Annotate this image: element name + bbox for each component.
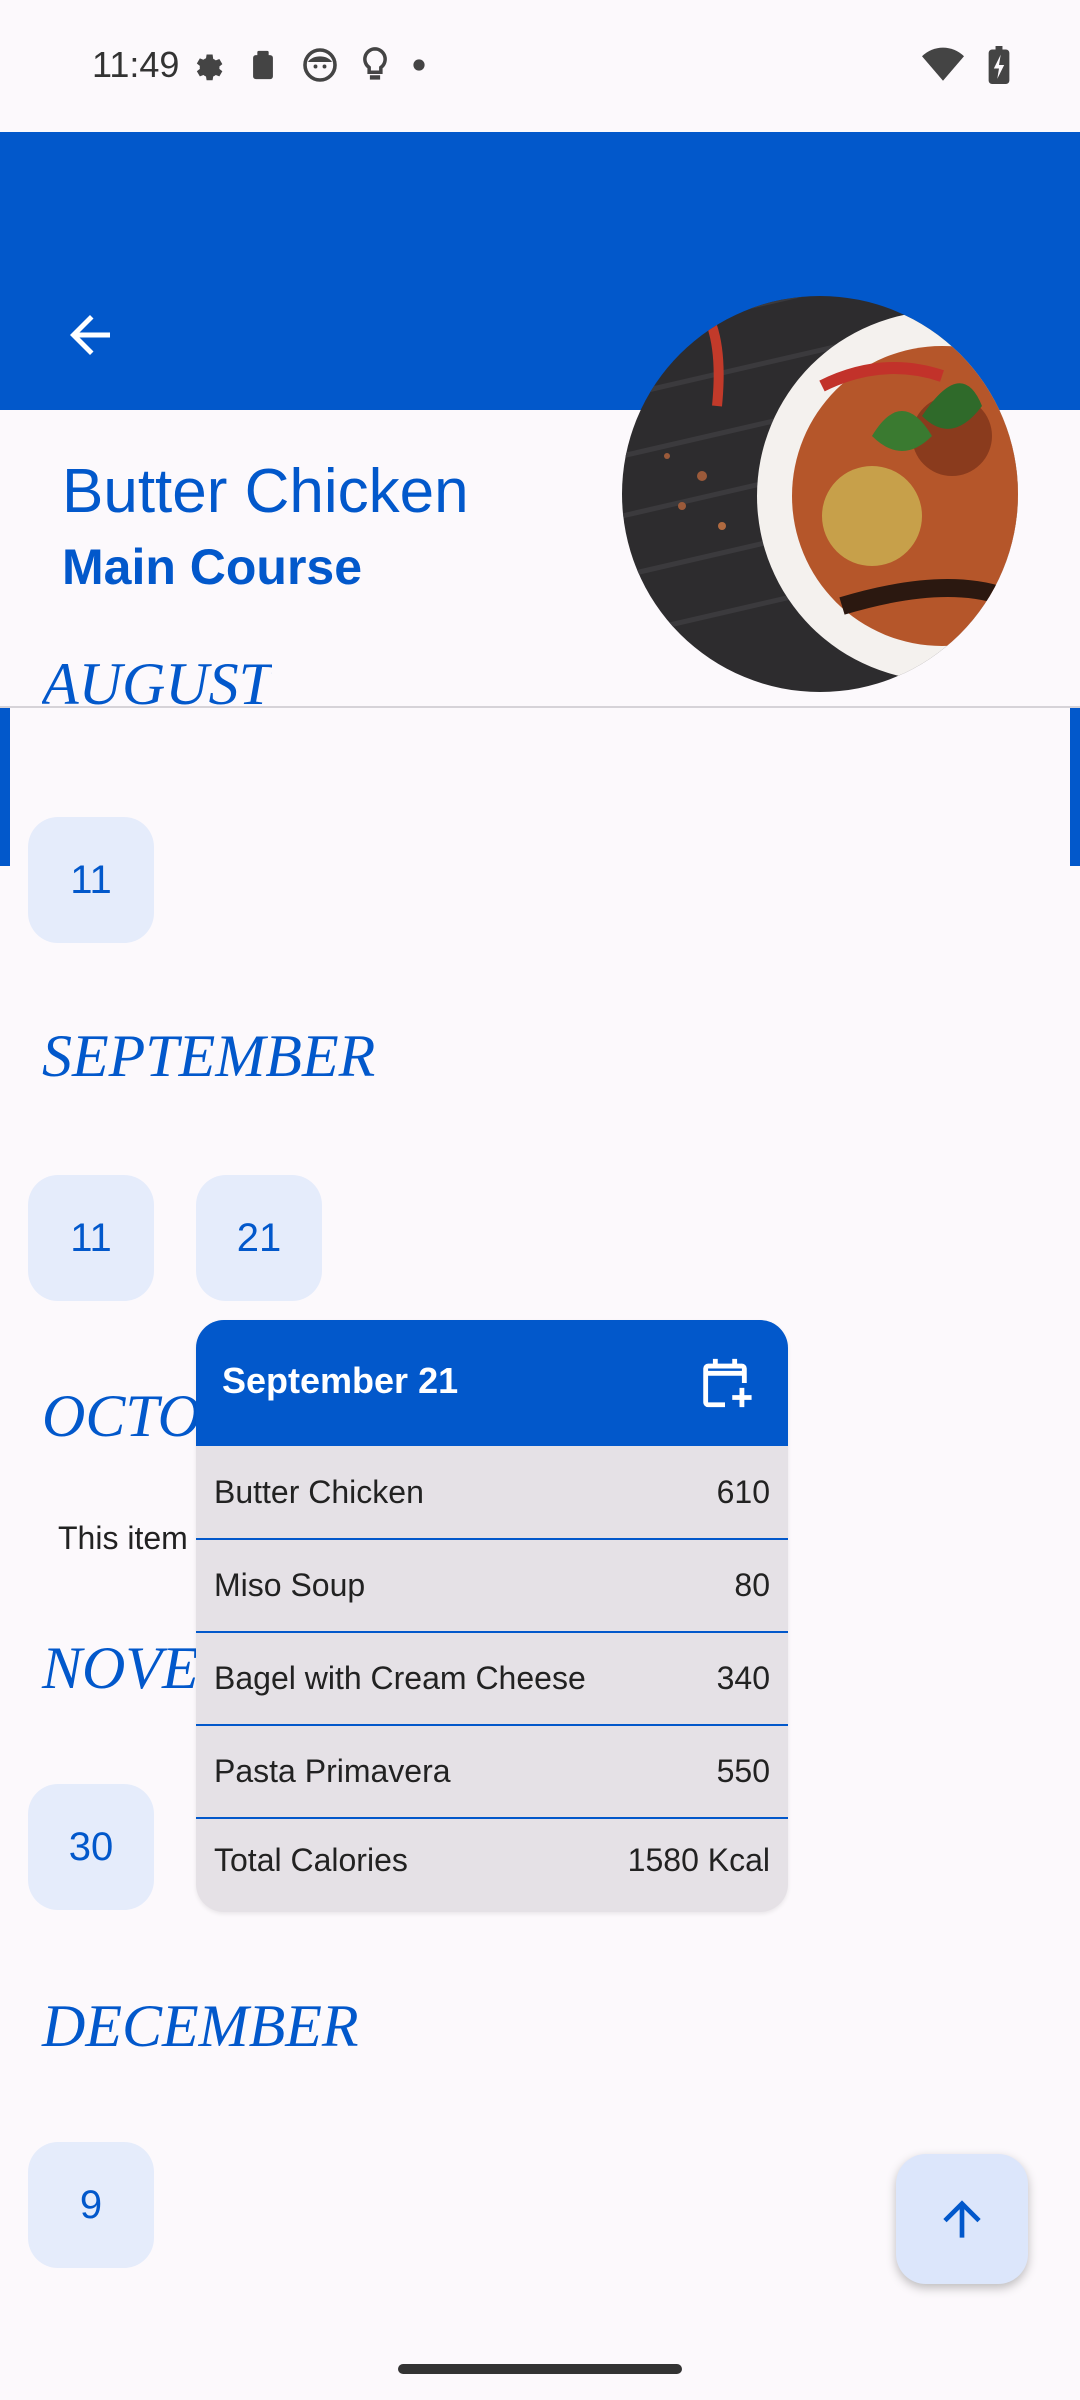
total-value: 1580 Kcal [627, 1842, 770, 1878]
dish-title: Butter Chicken [62, 457, 469, 526]
month-august: AUGUST [42, 664, 272, 708]
item-name: Miso Soup [214, 1567, 366, 1603]
day-chip-sep-21[interactable]: 21 [196, 1175, 322, 1301]
day-chip-aug-11[interactable]: 11 [28, 817, 154, 943]
item-name: Butter Chicken [214, 1474, 424, 1510]
face-icon [303, 48, 337, 82]
item-name: Bagel with Cream Cheese [214, 1660, 586, 1696]
day-chip-nov-30[interactable]: 30 [28, 1784, 154, 1910]
dot-icon [413, 59, 425, 71]
month-label: AUGUST [42, 664, 273, 708]
calendar-add-icon[interactable] [696, 1354, 754, 1412]
month-december: DECEMBER [42, 1993, 359, 2059]
status-bar: 11:49 [0, 0, 1080, 132]
side-accent-left [0, 708, 10, 866]
battery-charging-icon [988, 46, 1010, 84]
popup-date: September 21 [222, 1360, 459, 1401]
popup-total-row: Total Calories 1580 Kcal [196, 1814, 788, 1906]
status-icons-left [188, 46, 426, 84]
status-time: 11:49 [92, 44, 180, 85]
food-image [622, 296, 1018, 692]
item-name: Pasta Primavera [214, 1753, 451, 1789]
popup-item-row: Miso Soup 80 [196, 1539, 788, 1633]
item-calories: 550 [716, 1753, 770, 1789]
popup-header: September 21 [196, 1320, 788, 1446]
popup-item-row: Butter Chicken 610 [196, 1446, 788, 1540]
popup-item-row: Pasta Primavera 550 [196, 1725, 788, 1819]
lightbulb-icon [363, 47, 387, 80]
item-calories: 80 [734, 1567, 770, 1603]
arrow-left-icon[interactable] [60, 305, 120, 365]
month-september: SEPTEMBER [42, 1023, 376, 1089]
wifi-icon [922, 47, 964, 81]
dish-category: Main Course [62, 539, 363, 595]
clipboard-icon [253, 50, 273, 80]
side-accent-right [1070, 708, 1080, 866]
october-note: This item [58, 1520, 188, 1556]
day-detail-popup: September 21 Butter Chicken 610 Miso Sou… [196, 1320, 788, 1912]
day-chip-sep-11[interactable]: 11 [28, 1175, 154, 1301]
home-indicator[interactable] [398, 2364, 682, 2374]
day-chip-dec-9[interactable]: 9 [28, 2142, 154, 2268]
settings-icon [196, 54, 223, 81]
item-calories: 610 [716, 1474, 770, 1510]
status-icons-right [922, 46, 1010, 84]
popup-item-row: Bagel with Cream Cheese 340 [196, 1632, 788, 1726]
item-calories: 340 [716, 1660, 770, 1696]
arrow-up-icon [943, 2200, 981, 2238]
total-label: Total Calories [214, 1842, 408, 1878]
scroll-top-button[interactable] [896, 2154, 1028, 2284]
